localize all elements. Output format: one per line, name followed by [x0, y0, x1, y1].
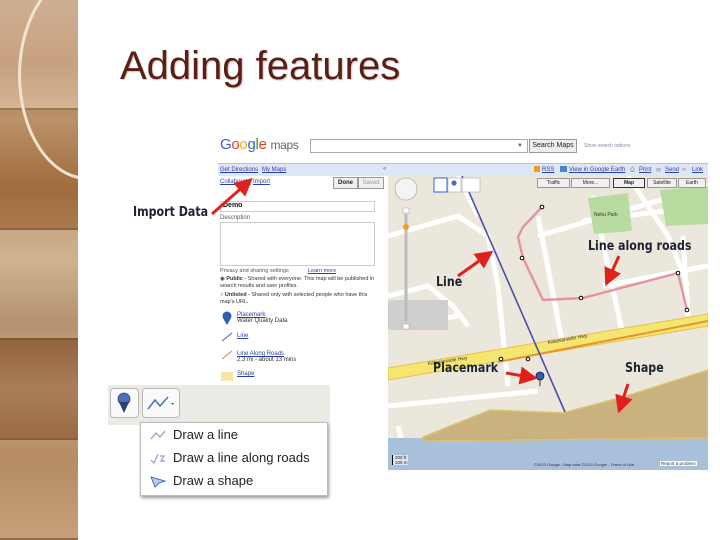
- feature-shape-link[interactable]: Shape: [237, 371, 254, 377]
- feature-placemark-desc: Water Quality Data: [237, 318, 288, 324]
- draw-line-along-roads-icon: [150, 453, 166, 464]
- callout-line-along-roads: Line along roads: [588, 239, 692, 254]
- collaborate-link[interactable]: Collaborate: [220, 179, 251, 185]
- shape-icon: [221, 372, 233, 381]
- decorative-artwork-strip: [0, 0, 78, 540]
- send-link[interactable]: Send: [665, 167, 679, 173]
- my-maps-link[interactable]: My Maps: [262, 167, 286, 173]
- placemark-marker: [535, 371, 545, 386]
- line-icon: [221, 332, 233, 342]
- google-earth-icon: [560, 166, 567, 172]
- print-icon: ⎙: [630, 167, 635, 173]
- link-link[interactable]: Link: [692, 167, 703, 173]
- search-input[interactable]: ▼: [310, 139, 528, 153]
- draw-shape-icon: [150, 475, 167, 488]
- map-type-satellite-button[interactable]: Satellite: [647, 178, 677, 188]
- map-scale: 200 ft 100 m: [392, 455, 408, 465]
- radio-selected-icon[interactable]: ◉: [220, 276, 225, 282]
- feature-line-link[interactable]: Line: [237, 333, 248, 339]
- line-tool-icon: [147, 396, 174, 410]
- menu-item-draw-shape[interactable]: Draw a shape: [149, 473, 253, 488]
- rss-link[interactable]: RSS: [542, 167, 554, 173]
- print-link[interactable]: Print: [639, 167, 651, 173]
- drawn-shape: [422, 369, 708, 442]
- collapse-panel-button[interactable]: «: [383, 166, 386, 172]
- callout-line: Line: [436, 275, 463, 290]
- map-copyright: ©2010 Google - Map data ©2010 Google - T…: [534, 462, 635, 467]
- privacy-unlisted-option[interactable]: ○ Unlisted - Shared only with selected p…: [220, 292, 380, 306]
- placemark-icon: [222, 311, 232, 325]
- callout-placemark: Placemark: [433, 361, 499, 376]
- chevron-down-icon: [171, 403, 174, 405]
- privacy-public-option[interactable]: ◉ Public - Shared with everyone. This ma…: [220, 276, 380, 290]
- line-along-roads-icon: [221, 350, 233, 360]
- description-label: Description: [220, 215, 251, 221]
- drawn-line: [461, 176, 566, 413]
- rss-icon: [534, 166, 540, 172]
- learn-more-link[interactable]: Learn more: [308, 268, 336, 274]
- report-problem-link[interactable]: Report a problem: [660, 461, 697, 466]
- menu-item-draw-line-along-roads[interactable]: Draw a line along roads: [149, 450, 310, 465]
- saved-button[interactable]: Saved: [358, 177, 384, 189]
- draw-line-icon: [150, 430, 166, 439]
- view-in-google-earth-link[interactable]: View in Google Earth: [569, 167, 625, 173]
- show-search-options-link[interactable]: Show search options: [584, 143, 630, 149]
- callout-import-data: Import Data: [133, 205, 209, 220]
- slide-title: Adding features: [120, 44, 401, 88]
- done-button[interactable]: Done: [333, 177, 358, 189]
- line-tool-dropdown-button[interactable]: [142, 388, 180, 418]
- feature-line-along-roads-desc: 2.3 mi - about 13 mins: [237, 357, 297, 363]
- callout-shape: Shape: [625, 361, 664, 376]
- draw-menu: Draw a line Draw a line along roads Draw…: [140, 422, 328, 496]
- park-label: Nehu Park: [594, 212, 618, 218]
- map-type-map-button[interactable]: Map: [613, 178, 645, 188]
- send-icon: ✉: [656, 168, 662, 174]
- import-link[interactable]: Import: [253, 179, 270, 185]
- traffic-button[interactable]: Traffic: [537, 178, 570, 188]
- get-directions-link[interactable]: Get Directions: [220, 167, 258, 173]
- dropdown-arrow-icon[interactable]: ▼: [517, 143, 523, 149]
- menu-item-draw-line[interactable]: Draw a line: [149, 427, 238, 442]
- link-icon: ∞: [682, 167, 687, 173]
- park-area: [660, 186, 708, 226]
- map-type-earth-button[interactable]: Earth: [678, 178, 706, 188]
- top-bar: Get Directions My Maps « RSS View in Goo…: [218, 163, 708, 176]
- privacy-label: Privacy and sharing settings: [220, 268, 289, 274]
- radio-unselected-icon[interactable]: ○: [220, 292, 223, 298]
- placemark-tool-button[interactable]: [110, 388, 139, 418]
- draw-tools: [433, 177, 481, 193]
- map-block: [388, 300, 448, 330]
- map-view[interactable]: Kalanianaole Hwy Kalanianaole Hwy Nehu P…: [388, 176, 708, 470]
- more-button[interactable]: More...: [571, 178, 610, 188]
- draw-tools-inset: Draw a line Draw a line along roads Draw…: [108, 385, 330, 498]
- description-textarea[interactable]: [220, 222, 375, 266]
- google-maps-logo: Google maps: [220, 136, 299, 153]
- search-maps-button[interactable]: Search Maps: [529, 139, 577, 153]
- placemark-icon: [117, 392, 131, 413]
- map-title-input[interactable]: Demo: [220, 201, 375, 212]
